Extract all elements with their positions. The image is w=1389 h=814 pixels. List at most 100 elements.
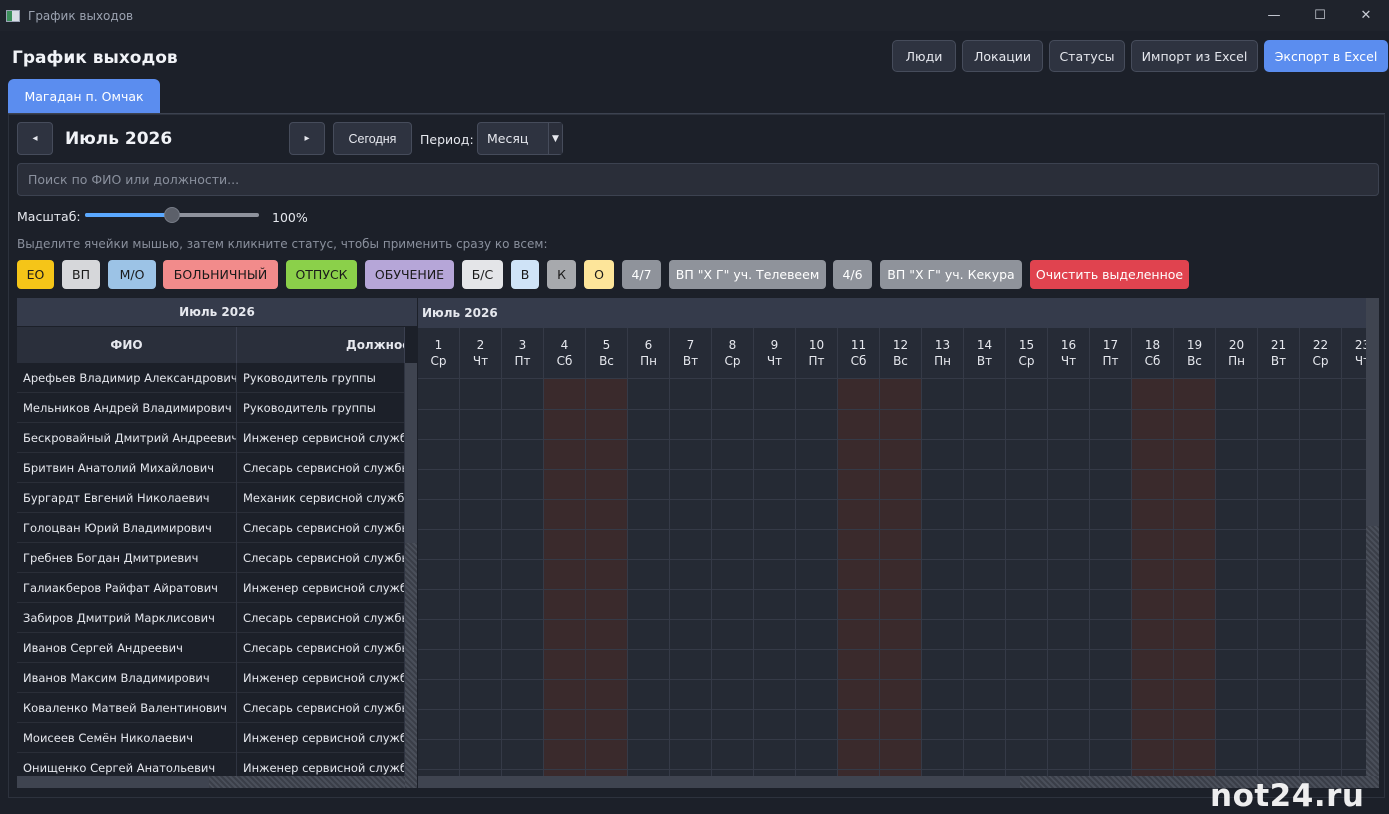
status-vp-kekura-button[interactable]: ВП "Х Г" уч. Кекура bbox=[880, 260, 1022, 289]
day-weekday: Сб bbox=[556, 354, 573, 368]
statuses-button[interactable]: Статусы bbox=[1049, 40, 1125, 72]
scrollbar-thumb[interactable] bbox=[17, 776, 209, 788]
table-row[interactable]: Забиров Дмитрий Марклисович Слесарь серви… bbox=[17, 603, 405, 633]
day-number: 19 bbox=[1186, 338, 1203, 352]
export-excel-button[interactable]: Экспорт в Excel bbox=[1264, 40, 1388, 72]
person-position-cell: Инженер сервисной службы bbox=[237, 663, 405, 693]
person-position-cell: Инженер сервисной службы bbox=[237, 573, 405, 603]
close-icon[interactable]: ✕ bbox=[1343, 0, 1389, 31]
day-number: 14 bbox=[976, 338, 993, 352]
next-month-button[interactable]: ▸ bbox=[289, 122, 325, 155]
status-sick-leave-button[interactable]: БОЛЬНИЧНЫЙ bbox=[163, 260, 278, 289]
period-select[interactable]: Месяц ▼ bbox=[477, 122, 563, 155]
current-month-label: Июль 2026 bbox=[65, 129, 173, 149]
grid-row-line bbox=[418, 619, 1366, 620]
schedule-grid-vertical-scrollbar[interactable] bbox=[1366, 298, 1379, 776]
day-header: 17 Пт bbox=[1090, 328, 1131, 379]
watermark: not24.ru bbox=[1210, 778, 1365, 814]
table-row[interactable]: Бургардт Евгений Николаевич Механик серви… bbox=[17, 483, 405, 513]
grid-row-line bbox=[418, 409, 1366, 410]
selection-hint: Выделите ячейки мышью, затем кликните ст… bbox=[17, 237, 548, 251]
day-header: 13 Пн bbox=[922, 328, 963, 379]
status-mo-button[interactable]: М/О bbox=[108, 260, 156, 289]
table-row[interactable]: Голоцван Юрий Владимирович Слесарь сервис… bbox=[17, 513, 405, 543]
import-excel-button[interactable]: Импорт из Excel bbox=[1131, 40, 1258, 72]
day-header: 1 Ср bbox=[418, 328, 459, 379]
scale-slider-thumb[interactable] bbox=[164, 207, 180, 223]
table-row[interactable]: Моисеев Семён Николаевич Инженер сервисно… bbox=[17, 723, 405, 753]
day-header: 20 Пн bbox=[1216, 328, 1257, 379]
day-number: 3 bbox=[518, 338, 527, 352]
day-weekday: Пт bbox=[514, 354, 531, 368]
grid-row-line bbox=[418, 649, 1366, 650]
day-header: 22 Ср bbox=[1300, 328, 1341, 379]
day-weekday: Пт bbox=[808, 354, 825, 368]
table-row[interactable]: Коваленко Матвей Валентинович Слесарь сер… bbox=[17, 693, 405, 723]
day-number: 15 bbox=[1018, 338, 1035, 352]
person-name-cell: Гребнев Богдан Дмитриевич bbox=[17, 543, 237, 573]
table-row[interactable]: Иванов Сергей Андреевич Слесарь сервисной… bbox=[17, 633, 405, 663]
people-table-horizontal-scrollbar[interactable] bbox=[17, 776, 405, 788]
day-weekday: Вс bbox=[893, 354, 908, 368]
status-vp-button[interactable]: ВП bbox=[62, 260, 100, 289]
status-vp-televeem-button[interactable]: ВП "Х Г" уч. Телевеем bbox=[669, 260, 826, 289]
day-weekday: Сб bbox=[1144, 354, 1161, 368]
status-k-button[interactable]: К bbox=[547, 260, 576, 289]
scrollbar-thumb[interactable] bbox=[418, 776, 1020, 788]
people-table-vertical-scrollbar[interactable] bbox=[405, 363, 417, 788]
tab-magadan-omchak[interactable]: Магадан п. Омчак bbox=[8, 79, 160, 113]
day-header: 18 Сб bbox=[1132, 328, 1173, 379]
table-row[interactable]: Гребнев Богдан Дмитриевич Слесарь сервисн… bbox=[17, 543, 405, 573]
day-number: 21 bbox=[1270, 338, 1287, 352]
grid-row-line bbox=[418, 559, 1366, 560]
scale-slider-fill bbox=[85, 213, 172, 217]
people-button[interactable]: Люди bbox=[892, 40, 956, 72]
table-row[interactable]: Мельников Андрей Владимирович Руководител… bbox=[17, 393, 405, 423]
status-eo-button[interactable]: ЕО bbox=[17, 260, 54, 289]
grid-row-line bbox=[418, 709, 1366, 710]
scrollbar-thumb[interactable] bbox=[1366, 298, 1379, 526]
day-number: 9 bbox=[770, 338, 779, 352]
status-bs-button[interactable]: Б/С bbox=[462, 260, 503, 289]
status-o-button[interactable]: О bbox=[584, 260, 614, 289]
table-row[interactable]: Бескровайный Дмитрий Андреевич Инженер се… bbox=[17, 423, 405, 453]
status-4-7-button[interactable]: 4/7 bbox=[622, 260, 661, 289]
column-header-fio[interactable]: ФИО bbox=[17, 327, 237, 363]
chevron-down-icon[interactable]: ▼ bbox=[548, 123, 562, 154]
day-number: 2 bbox=[476, 338, 485, 352]
person-position-cell: Слесарь сервисной службы н bbox=[237, 543, 405, 573]
grid-row-line bbox=[418, 679, 1366, 680]
day-weekday: Чт bbox=[766, 354, 783, 368]
day-weekday: Вт bbox=[682, 354, 699, 368]
scale-slider[interactable] bbox=[85, 207, 259, 223]
person-position-cell: Слесарь сервисной службы н bbox=[237, 513, 405, 543]
table-row[interactable]: Арефьев Владимир Александрович Руководите… bbox=[17, 363, 405, 393]
day-header: 9 Чт bbox=[754, 328, 795, 379]
prev-month-button[interactable]: ◂ bbox=[17, 122, 53, 155]
table-row[interactable]: Галиакберов Райфат Айратович Инженер серв… bbox=[17, 573, 405, 603]
status-v-button[interactable]: В bbox=[511, 260, 539, 289]
schedule-grid-group-header: Июль 2026 bbox=[418, 298, 1379, 328]
person-position-cell: Слесарь сервисной службы н bbox=[237, 603, 405, 633]
status-vacation-button[interactable]: ОТПУСК bbox=[286, 260, 357, 289]
person-name-cell: Моисеев Семён Николаевич bbox=[17, 723, 237, 753]
table-row[interactable]: Иванов Максим Владимирович Инженер сервис… bbox=[17, 663, 405, 693]
clear-selection-button[interactable]: Очистить выделенное bbox=[1030, 260, 1189, 289]
day-header: 2 Чт bbox=[460, 328, 501, 379]
locations-button[interactable]: Локации bbox=[962, 40, 1043, 72]
today-button[interactable]: Сегодня bbox=[333, 122, 412, 155]
minimize-icon[interactable]: — bbox=[1251, 0, 1297, 31]
maximize-icon[interactable]: ☐ bbox=[1297, 0, 1343, 31]
person-name-cell: Бургардт Евгений Николаевич bbox=[17, 483, 237, 513]
search-input[interactable] bbox=[17, 163, 1379, 196]
status-4-6-button[interactable]: 4/6 bbox=[833, 260, 872, 289]
day-weekday: Вс bbox=[599, 354, 614, 368]
table-row[interactable]: Бритвин Анатолий Михайлович Слесарь серви… bbox=[17, 453, 405, 483]
day-weekday: Вт bbox=[976, 354, 993, 368]
scrollbar-thumb[interactable] bbox=[405, 363, 417, 543]
day-weekday: Сб bbox=[850, 354, 867, 368]
person-name-cell: Коваленко Матвей Валентинович bbox=[17, 693, 237, 723]
status-training-button[interactable]: ОБУЧЕНИЕ bbox=[365, 260, 454, 289]
schedule-grid[interactable]: Июль 2026 1 Ср 2 Чт 3 Пт 4 Сб 5 Вс 6 Пн 7 Вт 8 Ср 9 Чт 10 П… bbox=[418, 298, 1379, 788]
column-header-position[interactable]: Должность bbox=[237, 327, 405, 363]
